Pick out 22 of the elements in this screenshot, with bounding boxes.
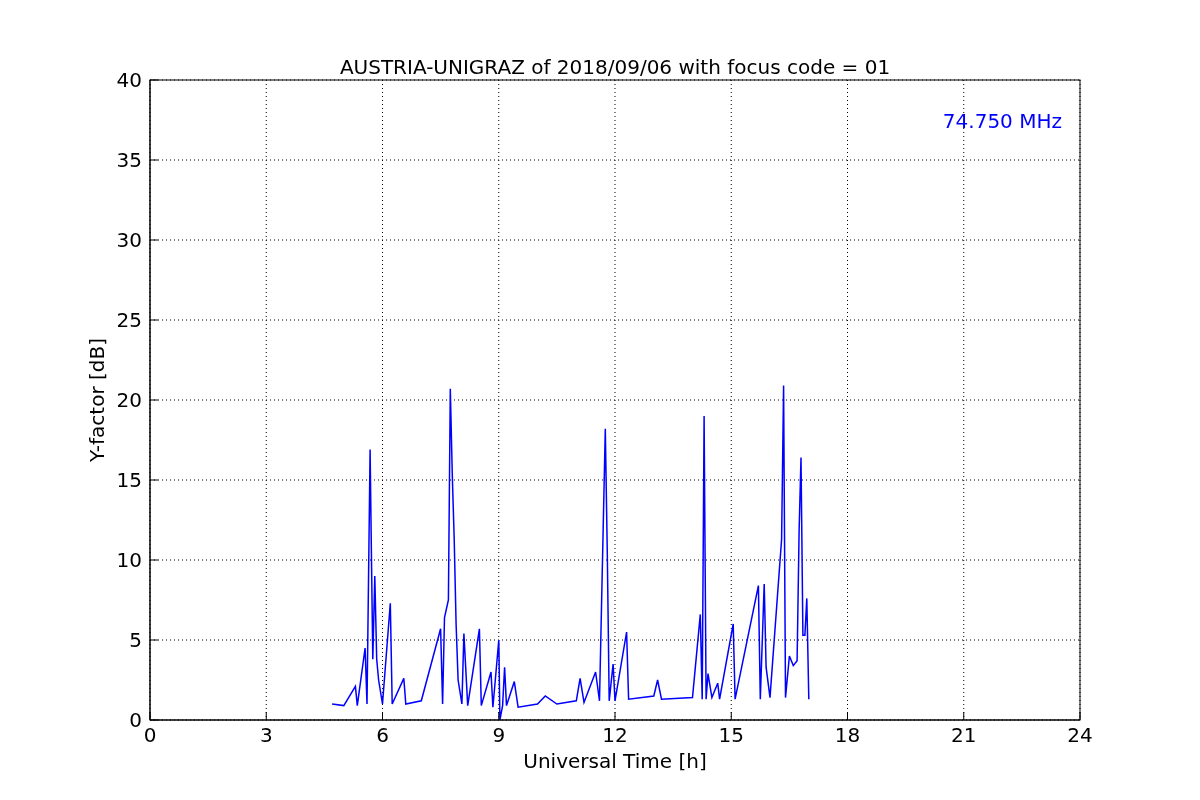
chart-title: AUSTRIA-UNIGRAZ of 2018/09/06 with focus code = 01: [339, 55, 891, 79]
x-tick-label: 18: [834, 723, 861, 747]
x-tick-label: 21: [951, 723, 977, 747]
y-axis-label: Y-factor [dB]: [85, 338, 109, 462]
x-tick-label: 24: [1067, 723, 1093, 747]
x-axis-label: Universal Time [h]: [523, 749, 707, 773]
x-tick-label: 12: [602, 723, 628, 747]
x-tick-label: 6: [376, 723, 389, 747]
y-tick-label: 10: [116, 548, 142, 572]
y-tick-label: 20: [116, 388, 142, 412]
x-tick-label: 3: [259, 723, 273, 747]
x-tick-label: 15: [718, 723, 744, 747]
y-tick-label: 5: [129, 628, 142, 652]
x-tick-label: 0: [143, 723, 157, 747]
y-tick-label: 0: [129, 708, 142, 732]
y-tick-label: 15: [116, 468, 142, 492]
x-tick-label: 9: [492, 723, 506, 747]
y-tick-label: 25: [116, 308, 142, 332]
y-tick-label: 35: [116, 148, 142, 172]
y-tick-label: 40: [116, 68, 142, 92]
y-tick-label: 30: [116, 228, 142, 252]
series-label: 74.750 MHz: [942, 109, 1062, 133]
